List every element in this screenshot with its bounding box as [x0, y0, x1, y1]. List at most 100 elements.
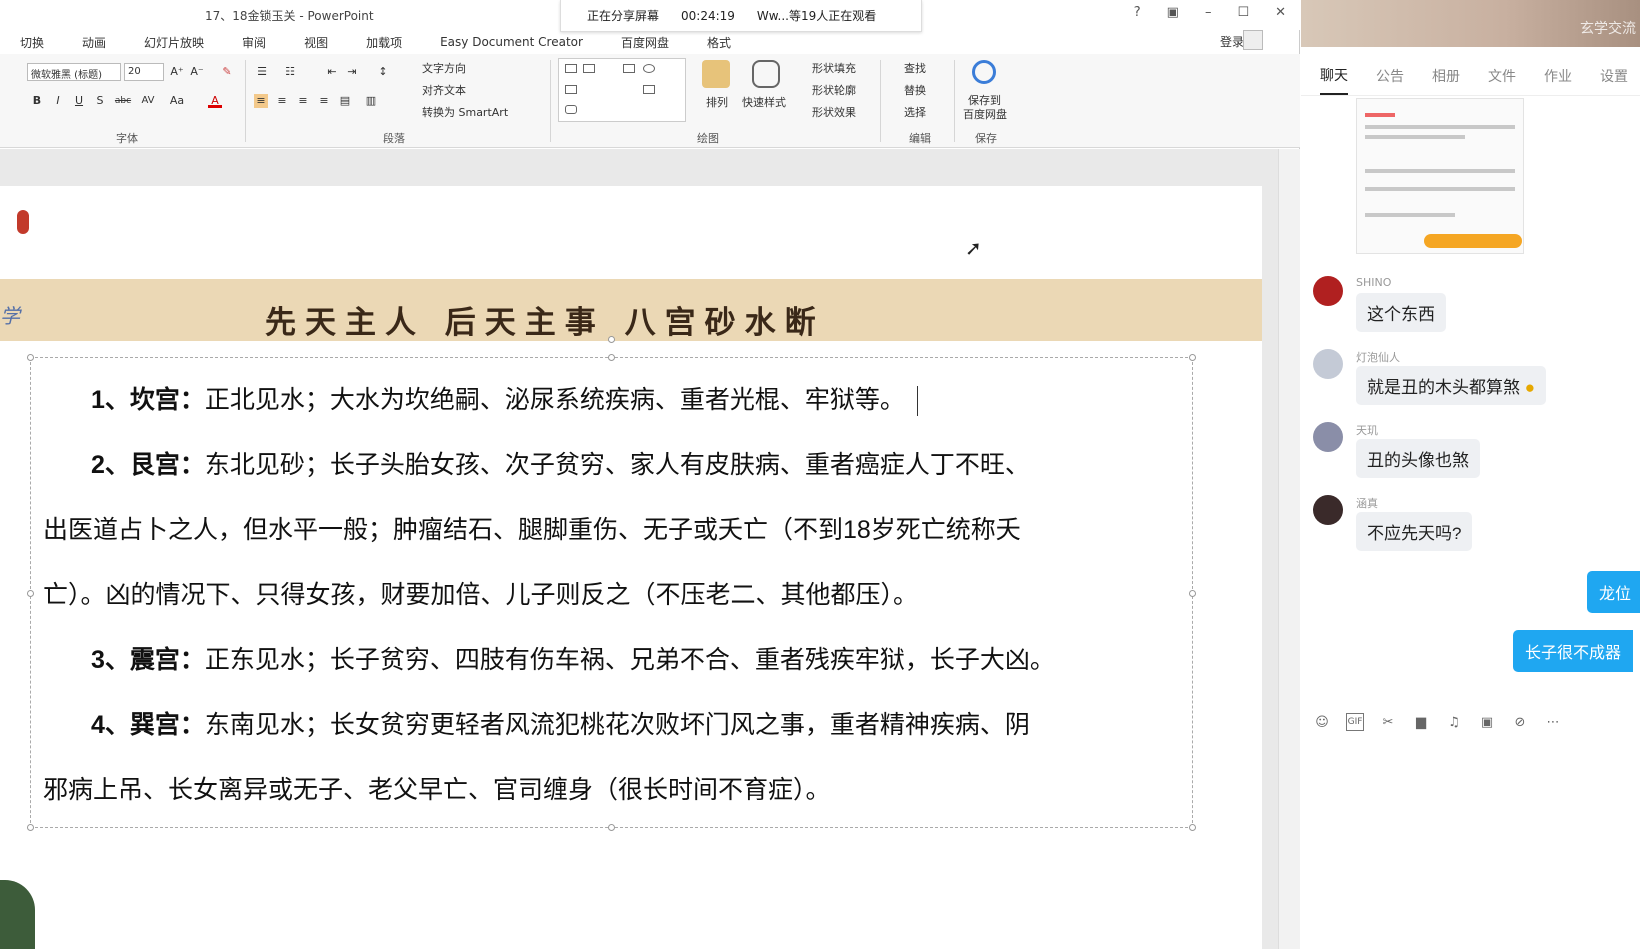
tab-baidu-netdisk[interactable]: 百度网盘 — [621, 34, 669, 51]
message-bubble[interactable]: 不应先天吗? — [1356, 512, 1473, 551]
message-bubble[interactable]: 这个东西 — [1356, 293, 1446, 332]
strikethrough-button[interactable]: abc — [113, 94, 133, 108]
italic-button[interactable]: I — [51, 94, 65, 108]
tab-easy-document-creator[interactable]: Easy Document Creator — [440, 35, 583, 49]
grow-font-icon[interactable]: A⁺ — [170, 65, 184, 79]
oval-shape-icon[interactable] — [643, 64, 655, 73]
close-button[interactable]: ✕ — [1275, 5, 1286, 20]
shape-effects-button[interactable]: 形状效果 — [812, 104, 856, 120]
text-direction-button[interactable]: 文字方向 — [422, 60, 466, 76]
tab-settings[interactable]: 设置 — [1600, 66, 1628, 86]
bullets-icon[interactable]: ☰ — [255, 65, 269, 79]
tab-format[interactable]: 格式 — [707, 34, 731, 51]
slide-title[interactable]: 先天主人 后天主事 八宫砂水断 — [265, 297, 825, 342]
underline-button[interactable]: U — [72, 94, 86, 108]
resize-handle[interactable] — [608, 354, 615, 361]
help-button[interactable]: ? — [1134, 5, 1141, 20]
mute-icon[interactable]: ⊘ — [1511, 713, 1529, 731]
tab-homework[interactable]: 作业 — [1544, 66, 1572, 86]
emoji-icon[interactable]: ☺ — [1313, 713, 1331, 731]
shapes-gallery[interactable] — [558, 58, 686, 122]
align-text-button[interactable]: 对齐文本 — [422, 82, 466, 98]
select-button[interactable]: 选择 — [904, 104, 926, 120]
replace-button[interactable]: 替换 — [904, 82, 926, 98]
resize-handle[interactable] — [27, 824, 34, 831]
tab-album[interactable]: 相册 — [1432, 66, 1460, 86]
tab-files[interactable]: 文件 — [1488, 66, 1516, 86]
quick-styles-icon[interactable] — [752, 60, 780, 88]
textbox-shape-icon[interactable] — [565, 64, 577, 73]
tab-animations[interactable]: 动画 — [82, 34, 106, 51]
login-link[interactable]: 登录 — [1220, 33, 1244, 50]
char-spacing-button[interactable]: AV — [139, 94, 157, 108]
resize-handle[interactable] — [1189, 354, 1196, 361]
find-button[interactable]: 查找 — [904, 60, 926, 76]
align-left-icon[interactable]: ≡ — [254, 94, 268, 108]
share-viewers[interactable]: Ww...等19人正在观看 — [757, 7, 876, 24]
vertical-textbox-shape-icon[interactable] — [583, 64, 595, 73]
image-icon[interactable]: ▣ — [1478, 713, 1496, 731]
rectangle-shape-icon[interactable] — [623, 64, 635, 73]
tab-announcements[interactable]: 公告 — [1376, 66, 1404, 86]
shadow-button[interactable]: S — [93, 94, 107, 108]
bold-button[interactable]: B — [30, 94, 44, 108]
rect-shape-icon[interactable] — [565, 85, 577, 94]
arrange-icon[interactable] — [702, 60, 730, 88]
distributed-icon[interactable]: ▤ — [338, 94, 352, 108]
columns-icon[interactable]: ▥ — [364, 94, 378, 108]
font-name-select[interactable]: 微软雅黑 (标题) — [27, 63, 121, 81]
tab-addins[interactable]: 加载项 — [366, 34, 402, 51]
own-message-bubble[interactable]: 龙位 — [1587, 571, 1640, 613]
tab-review[interactable]: 审阅 — [242, 34, 266, 51]
music-icon[interactable]: ♫ — [1445, 713, 1463, 731]
resize-handle[interactable] — [27, 354, 34, 361]
gif-icon[interactable]: GIF — [1346, 713, 1364, 731]
tab-slideshow[interactable]: 幻灯片放映 — [144, 34, 204, 51]
selected-textbox[interactable]: 1、坎宫：正北见水；大水为坎绝嗣、泌尿系统疾病、重者光棍、牢狱等。 2、艮宫：东… — [27, 336, 1196, 831]
resize-handle[interactable] — [1189, 824, 1196, 831]
save-to-baidu-label-2[interactable]: 百度网盘 — [963, 106, 1007, 122]
more-icon[interactable]: ⋯ — [1544, 713, 1562, 731]
line-spacing-icon[interactable]: ↕ — [376, 65, 390, 79]
baidu-netdisk-icon[interactable] — [972, 60, 996, 84]
arrange-button[interactable]: 排列 — [706, 94, 728, 110]
tab-view[interactable]: 视图 — [304, 34, 328, 51]
decrease-indent-icon[interactable]: ⇤ — [325, 65, 339, 79]
avatar[interactable] — [1313, 422, 1343, 452]
shrink-font-icon[interactable]: A⁻ — [190, 65, 204, 79]
maximize-button[interactable]: ☐ — [1237, 5, 1249, 20]
font-color-button[interactable]: A — [208, 94, 222, 108]
ribbon-display-button[interactable]: ▣ — [1167, 5, 1179, 20]
avatar[interactable] — [1313, 495, 1343, 525]
numbering-icon[interactable]: ☷ — [283, 65, 297, 79]
avatar[interactable] — [1313, 276, 1343, 306]
resize-handle[interactable] — [27, 590, 34, 597]
minimize-button[interactable]: – — [1205, 5, 1212, 20]
clear-format-icon[interactable]: ✎ — [220, 65, 234, 79]
change-case-button[interactable]: Aa — [168, 94, 186, 108]
resize-handle[interactable] — [1189, 590, 1196, 597]
message-bubble[interactable]: 丑的头像也煞 — [1356, 439, 1480, 478]
scissors-icon[interactable]: ✂ — [1379, 713, 1397, 731]
avatar[interactable] — [1313, 349, 1343, 379]
shared-image[interactable] — [1356, 98, 1524, 254]
resize-handle[interactable] — [608, 824, 615, 831]
convert-smartart-button[interactable]: 转换为 SmartArt — [422, 104, 508, 120]
align-center-icon[interactable]: ≡ — [275, 94, 289, 108]
justify-icon[interactable]: ≡ — [317, 94, 331, 108]
rotate-handle[interactable] — [608, 336, 615, 343]
quick-styles-button[interactable]: 快速样式 — [742, 94, 786, 110]
arrow-shape-icon[interactable] — [643, 85, 655, 94]
own-message-bubble[interactable]: 长子很不成器 — [1513, 630, 1634, 672]
tab-transitions[interactable]: 切换 — [20, 34, 44, 51]
align-right-icon[interactable]: ≡ — [296, 94, 310, 108]
font-size-select[interactable]: 20 — [124, 63, 164, 81]
vertical-scrollbar[interactable] — [1278, 149, 1300, 949]
shape-fill-button[interactable]: 形状填充 — [812, 60, 856, 76]
increase-indent-icon[interactable]: ⇥ — [345, 65, 359, 79]
folder-icon[interactable]: ▆ — [1412, 713, 1430, 731]
user-avatar-icon[interactable] — [1243, 30, 1263, 50]
tab-chat[interactable]: 聊天 — [1320, 65, 1348, 95]
message-bubble[interactable]: 就是丑的木头都算煞 ● — [1356, 366, 1547, 405]
rounded-shape-icon[interactable] — [565, 105, 577, 114]
